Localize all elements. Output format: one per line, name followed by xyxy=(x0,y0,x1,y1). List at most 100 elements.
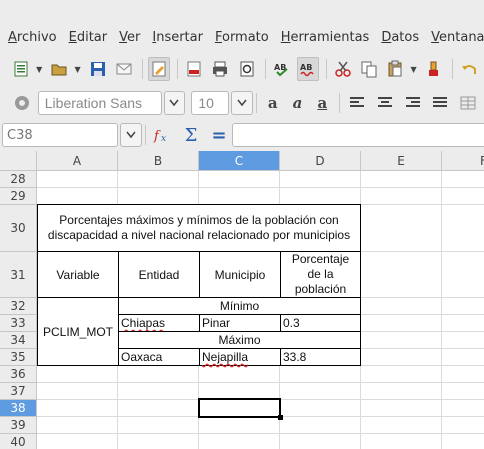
bold-icon[interactable]: a xyxy=(262,91,284,115)
spreadsheet-grid[interactable]: A B C D E F 28 29 30 31 32 33 34 35 36 3… xyxy=(0,151,484,449)
max-label: Máximo xyxy=(218,333,261,347)
menu-ventana[interactable]: Ventana xyxy=(431,30,484,45)
column-header[interactable]: A xyxy=(37,151,118,171)
copy-icon[interactable] xyxy=(358,57,380,81)
column-header[interactable]: D xyxy=(280,151,361,171)
spellcheck-icon[interactable]: AB xyxy=(271,57,293,81)
menu-formato[interactable]: Formato xyxy=(215,30,269,45)
name-box-dropdown-icon[interactable] xyxy=(120,123,142,147)
name-box-value: C38 xyxy=(7,127,33,143)
table-cell[interactable]: Oaxaca xyxy=(118,348,200,366)
row-header[interactable]: 32 xyxy=(0,298,37,315)
max-porcentaje: 33.8 xyxy=(283,350,307,364)
function-wizard-icon[interactable]: fx xyxy=(151,123,175,147)
active-cell-cursor[interactable] xyxy=(198,398,281,418)
row-header[interactable]: 37 xyxy=(0,383,37,400)
italic-icon[interactable]: a xyxy=(287,91,309,115)
max-municipio: Nejapilla xyxy=(202,350,249,364)
print-icon[interactable] xyxy=(209,57,231,81)
row-header[interactable]: 30 xyxy=(0,205,37,252)
standard-toolbar: ▼ ▼ AB AB ▼ xyxy=(0,54,484,84)
table-cell[interactable]: 33.8 xyxy=(280,348,361,366)
sum-icon[interactable]: Σ xyxy=(179,123,203,147)
menu-herramientas[interactable]: Herramientas xyxy=(281,30,370,45)
row-header[interactable]: 33 xyxy=(0,315,37,332)
cut-icon[interactable] xyxy=(332,57,354,81)
table-cell[interactable]: 0.3 xyxy=(280,314,361,332)
select-all-corner[interactable] xyxy=(0,151,37,171)
edit-mode-icon[interactable] xyxy=(147,57,171,81)
table-title-text: Porcentajes máximos y mínimos de la pobl… xyxy=(47,213,351,242)
row-header[interactable]: 29 xyxy=(0,188,37,205)
justify-icon[interactable] xyxy=(429,91,453,115)
menu-ver[interactable]: Ver xyxy=(119,30,140,45)
toolbar-separator xyxy=(326,59,328,79)
gridline xyxy=(37,187,484,188)
undo-icon[interactable] xyxy=(458,57,480,81)
paste-icon[interactable] xyxy=(384,57,406,81)
header-cell[interactable]: Porcentaje de la población xyxy=(280,251,361,298)
column-header[interactable]: E xyxy=(361,151,442,171)
paste-dropdown-icon[interactable]: ▼ xyxy=(411,65,417,74)
gridline xyxy=(441,171,442,449)
header-municipio: Municipio xyxy=(214,267,266,282)
row-header[interactable]: 31 xyxy=(0,252,37,298)
row-header[interactable]: 34 xyxy=(0,332,37,349)
min-municipio: Pinar xyxy=(202,316,231,330)
menu-insertar[interactable]: Insertar xyxy=(152,30,203,45)
row-header[interactable]: 39 xyxy=(0,417,37,434)
column-header[interactable]: F xyxy=(442,151,484,171)
new-document-icon[interactable] xyxy=(10,57,32,81)
min-label-cell[interactable]: Mínimo xyxy=(118,297,361,315)
max-entidad: Oaxaca xyxy=(121,350,163,364)
font-name-dropdown-icon[interactable] xyxy=(163,91,186,115)
name-box[interactable]: C38 xyxy=(2,123,118,147)
font-size-dropdown-icon[interactable] xyxy=(231,91,253,115)
font-name-value: Liberation Sans xyxy=(44,95,143,111)
table-cell[interactable]: Chiapas xyxy=(118,314,200,332)
menu-datos[interactable]: Datos xyxy=(381,30,419,45)
font-size-input[interactable]: 10 xyxy=(191,91,230,115)
row-header[interactable]: 28 xyxy=(0,171,37,188)
underline-icon[interactable]: a xyxy=(311,91,333,115)
menu-editar[interactable]: Editar xyxy=(69,30,108,45)
font-name-input[interactable]: Liberation Sans xyxy=(37,91,162,115)
row-header[interactable]: 40 xyxy=(0,434,37,449)
toolbar-separator xyxy=(451,59,453,79)
email-icon[interactable] xyxy=(113,57,135,81)
open-dropdown-icon[interactable]: ▼ xyxy=(75,65,81,74)
gridline xyxy=(37,433,484,434)
align-center-icon[interactable] xyxy=(373,91,397,115)
table-cell[interactable]: Nejapilla xyxy=(199,348,281,366)
save-icon[interactable] xyxy=(87,57,109,81)
column-header[interactable]: C xyxy=(199,151,280,171)
column-header[interactable]: B xyxy=(118,151,199,171)
new-dropdown-icon[interactable]: ▼ xyxy=(36,65,42,74)
row-header[interactable]: 36 xyxy=(0,366,37,383)
print-preview-icon[interactable] xyxy=(236,57,258,81)
header-cell[interactable]: Entidad xyxy=(118,251,200,298)
row-header[interactable]: 38 xyxy=(0,400,37,417)
align-left-icon[interactable] xyxy=(345,91,369,115)
open-folder-icon[interactable] xyxy=(48,57,70,81)
header-cell[interactable]: Variable xyxy=(37,251,119,298)
min-entidad: Chiapas xyxy=(121,316,166,330)
header-entidad: Entidad xyxy=(138,267,180,282)
menu-archivo[interactable]: Archivo xyxy=(8,30,57,45)
header-cell[interactable]: Municipio xyxy=(199,251,281,298)
row-header[interactable]: 35 xyxy=(0,349,37,366)
max-label-cell[interactable]: Máximo xyxy=(118,331,361,349)
fill-handle[interactable] xyxy=(278,415,283,420)
autospellcheck-icon[interactable]: AB xyxy=(296,57,320,81)
variable-cell[interactable]: PCLIM_MOT xyxy=(37,297,119,366)
styles-icon[interactable] xyxy=(10,91,34,115)
header-porcentaje: Porcentaje de la población xyxy=(291,252,350,296)
align-right-icon[interactable] xyxy=(401,91,425,115)
merge-icon[interactable] xyxy=(456,91,480,115)
clone-format-icon[interactable] xyxy=(423,57,445,81)
table-cell[interactable]: Pinar xyxy=(199,314,281,332)
formula-icon[interactable]: = xyxy=(207,123,231,147)
table-title[interactable]: Porcentajes máximos y mínimos de la pobl… xyxy=(37,204,361,252)
export-pdf-icon[interactable] xyxy=(183,57,205,81)
formula-input[interactable] xyxy=(232,123,484,147)
